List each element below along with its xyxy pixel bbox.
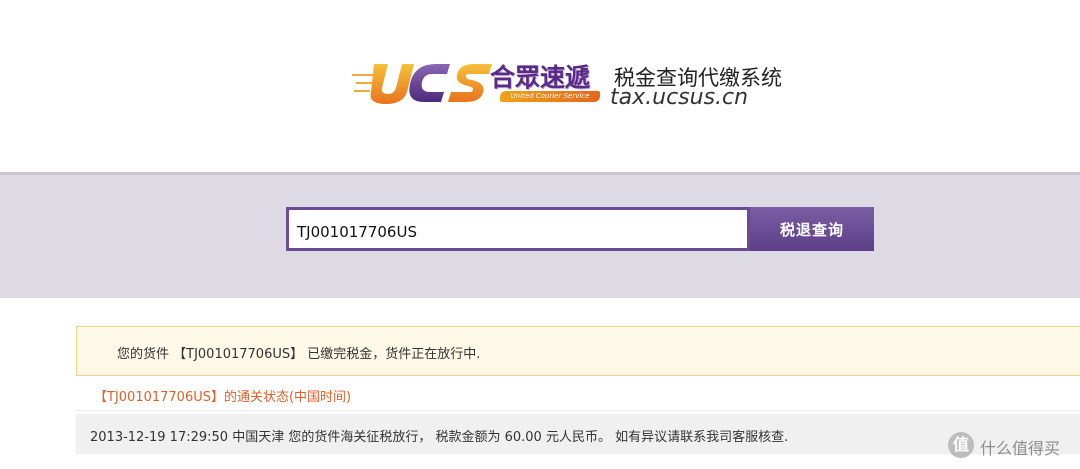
- status-record-row: 2013-12-19 17:29:50 中国天津 您的货件海关征税放行， 税款金…: [76, 414, 1080, 454]
- tax-query-button[interactable]: 税退查询: [750, 207, 874, 251]
- payment-notice: 您的货件 【TJ001017706US】 已缴完税金，货件正在放行中.: [76, 326, 1080, 376]
- ucs-logo[interactable]: 合眾速遞 United Courier Service 税金查询代缴系统 tax…: [352, 56, 812, 116]
- tracking-number-input[interactable]: [289, 210, 747, 248]
- logo-url: tax.ucsus.cn: [610, 85, 749, 110]
- divider: [76, 410, 1080, 411]
- customs-status-title: 【TJ001017706US】的通关状态(中国时间): [94, 390, 352, 405]
- search-box: [286, 207, 750, 251]
- ucs-logo-mark: [352, 64, 492, 104]
- search-band: 税退查询: [0, 172, 1080, 298]
- logo-chinese-name: 合眾速遞: [490, 63, 591, 92]
- header: 合眾速遞 United Courier Service 税金查询代缴系统 tax…: [0, 0, 1080, 172]
- watermark-text: 什么值得买: [980, 439, 1061, 458]
- smzdm-logo-icon: 值: [948, 432, 974, 458]
- logo-english-name: United Courier Service: [500, 91, 600, 102]
- notice-text: 您的货件 【TJ001017706US】 已缴完税金，货件正在放行中.: [117, 347, 481, 362]
- status-record-text: 2013-12-19 17:29:50 中国天津 您的货件海关征税放行， 税款金…: [90, 430, 789, 445]
